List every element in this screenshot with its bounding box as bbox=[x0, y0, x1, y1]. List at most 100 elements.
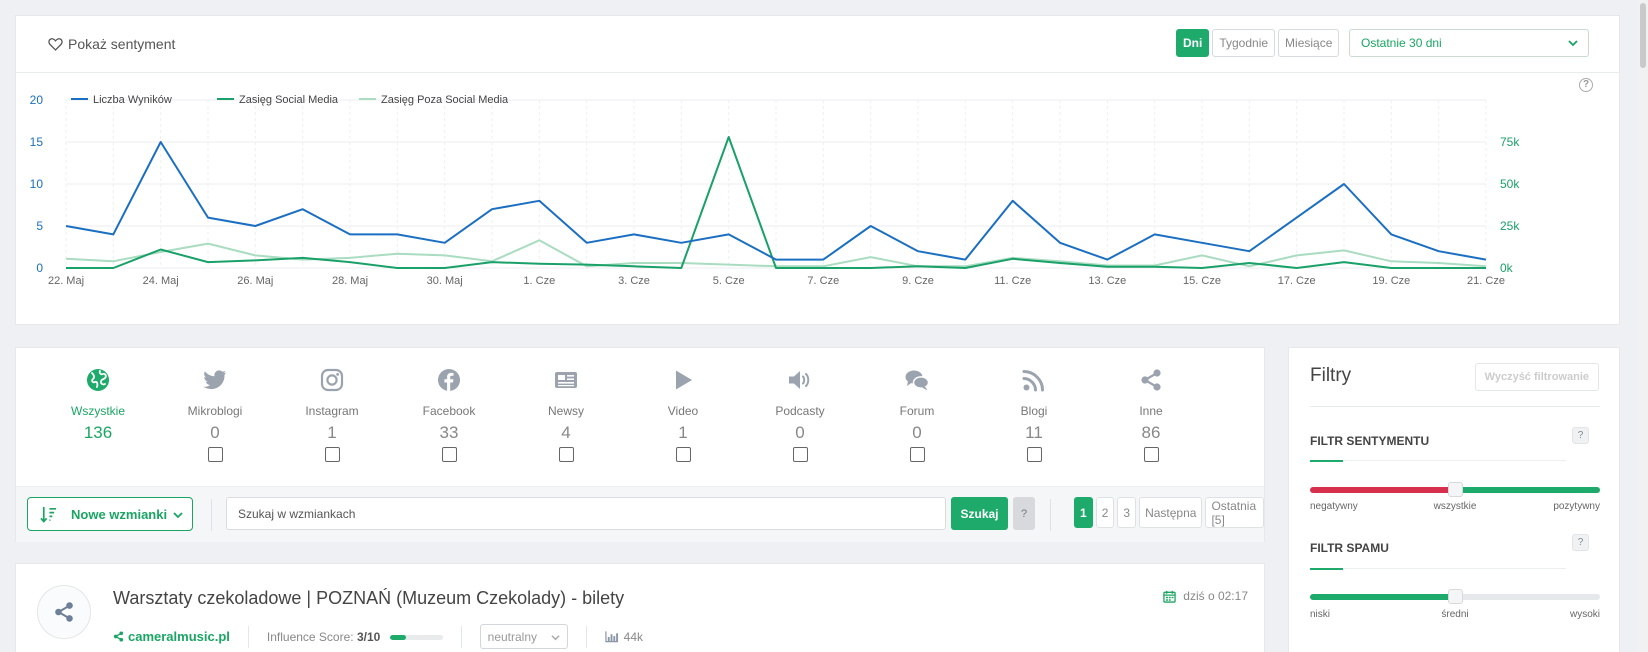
slider-fill-segment bbox=[1310, 594, 1455, 600]
chevron-down-icon bbox=[551, 635, 560, 641]
toolbar-divider bbox=[211, 499, 212, 531]
results-chart-panel: Pokaż sentyment Dni Tygodnie Miesiące Os… bbox=[15, 15, 1620, 325]
channel-checkbox[interactable] bbox=[207, 447, 223, 462]
slider-label-high: wysoki bbox=[1569, 609, 1600, 620]
legend-label: Zasięg Social Media bbox=[239, 94, 339, 106]
channel-checkbox[interactable] bbox=[1026, 447, 1042, 462]
newspaper-icon bbox=[555, 372, 577, 388]
channel-checkbox[interactable] bbox=[1143, 447, 1159, 462]
y-right-tick-label: 25k bbox=[1500, 219, 1520, 233]
channel-label: Mikroblogi bbox=[187, 404, 243, 418]
x-tick-label: 11. Cze bbox=[994, 275, 1031, 287]
channel-news[interactable]: Newsy 4 bbox=[516, 368, 616, 462]
search-help-button[interactable]: ? bbox=[1013, 497, 1035, 530]
page-1-button[interactable]: 1 bbox=[1074, 497, 1093, 528]
channel-podcasts[interactable]: Podcasty 0 bbox=[750, 368, 850, 462]
filters-panel: Filtry Wyczyść filtrowanie FILTR SENTYME… bbox=[1288, 347, 1620, 652]
channel-video[interactable]: Video 1 bbox=[633, 368, 733, 462]
slider-thumb[interactable] bbox=[1448, 482, 1463, 497]
next-page-button[interactable]: Następna bbox=[1139, 497, 1203, 528]
channel-label: Facebook bbox=[422, 404, 476, 418]
slider-label-medium: średni bbox=[1441, 609, 1469, 620]
channel-count: 0 bbox=[795, 423, 805, 442]
last-page-button[interactable]: Ostatnia [5] bbox=[1205, 497, 1264, 528]
page-scrollbar[interactable] bbox=[1638, 0, 1648, 652]
y-left-tick-label: 15 bbox=[30, 135, 44, 149]
influence-label: Influence Score: bbox=[266, 629, 354, 644]
channel-facebook[interactable]: Facebook 33 bbox=[399, 368, 499, 462]
x-tick-label: 3. Cze bbox=[618, 275, 650, 287]
x-tick-label: 26. Maj bbox=[237, 275, 273, 287]
chat-bubbles-icon bbox=[905, 370, 929, 391]
sort-label: Nowe wzmianki bbox=[71, 506, 168, 522]
channel-count: 0 bbox=[210, 423, 220, 442]
rss-icon bbox=[1022, 370, 1044, 392]
mention-date: dziś o 02:17 bbox=[1163, 589, 1248, 603]
mention-date-text: dziś o 02:17 bbox=[1183, 589, 1248, 603]
spam-slider[interactable] bbox=[1310, 589, 1600, 604]
slider-label-low: niski bbox=[1310, 609, 1331, 620]
page-3-button[interactable]: 3 bbox=[1117, 497, 1137, 528]
x-tick-label: 28. Maj bbox=[332, 275, 368, 287]
date-range-select[interactable]: Ostatnie 30 dni bbox=[1349, 29, 1589, 57]
influence-bar bbox=[389, 634, 443, 640]
influence-score: Influence Score: 3/10 bbox=[267, 630, 443, 644]
sentiment-filter-help[interactable]: ? bbox=[1572, 427, 1589, 444]
period-months-button[interactable]: Miesiące bbox=[1278, 29, 1340, 57]
channel-checkbox[interactable] bbox=[675, 447, 691, 462]
toolbar-divider bbox=[1050, 499, 1051, 531]
legend-label: Zasięg Poza Social Media bbox=[381, 94, 509, 106]
x-tick-label: 21. Cze bbox=[1467, 275, 1505, 287]
show-sentiment-label: Pokaż sentyment bbox=[68, 36, 176, 52]
channel-instagram[interactable]: Instagram 1 bbox=[282, 368, 382, 462]
share-icon bbox=[55, 602, 73, 622]
channel-other[interactable]: Inne 86 bbox=[1101, 368, 1201, 462]
channel-count: 86 bbox=[1141, 423, 1161, 442]
channel-blogs[interactable]: Blogi 11 bbox=[984, 368, 1084, 462]
period-days-button[interactable]: Dni bbox=[1176, 29, 1210, 57]
page-2-button[interactable]: 2 bbox=[1095, 497, 1115, 528]
search-input[interactable] bbox=[226, 497, 946, 530]
x-tick-label: 19. Cze bbox=[1372, 275, 1410, 287]
mentions-toolbar: Nowe wzmianki Szukaj ? 1 2 3 Następna Os… bbox=[16, 486, 1264, 542]
sort-dropdown-button[interactable]: Nowe wzmianki bbox=[27, 497, 193, 531]
twitter-bird-icon bbox=[203, 370, 226, 390]
sentiment-slider[interactable] bbox=[1310, 482, 1600, 497]
mention-card: Warsztaty czekoladowe | POZNAŃ (Muzeum C… bbox=[15, 563, 1265, 652]
scrollbar-thumb[interactable] bbox=[1640, 3, 1646, 68]
period-selector: Dni Tygodnie Miesiące bbox=[1176, 29, 1340, 57]
channel-all[interactable]: Wszystkie 136 bbox=[48, 368, 148, 443]
search-button[interactable]: Szukaj bbox=[951, 497, 1008, 530]
channel-checkbox[interactable] bbox=[324, 447, 340, 462]
mention-title[interactable]: Warsztaty czekoladowe | POZNAŃ (Muzeum C… bbox=[113, 588, 624, 609]
x-tick-label: 24. Maj bbox=[143, 275, 179, 287]
period-weeks-button[interactable]: Tygodnie bbox=[1212, 29, 1276, 57]
channel-checkbox[interactable] bbox=[792, 447, 808, 462]
y-left-tick-label: 20 bbox=[30, 93, 44, 107]
reach-value: 44k bbox=[623, 629, 644, 644]
channel-checkbox[interactable] bbox=[558, 447, 574, 462]
channel-label: Wszystkie bbox=[71, 404, 125, 418]
slider-thumb[interactable] bbox=[1448, 589, 1463, 604]
legend-label: Liczba Wyników bbox=[93, 94, 172, 106]
influence-bar-fill bbox=[389, 634, 406, 640]
reach-stat: 44k bbox=[604, 629, 644, 644]
x-tick-label: 13. Cze bbox=[1088, 275, 1126, 287]
spam-filter-help[interactable]: ? bbox=[1572, 534, 1589, 551]
instagram-icon bbox=[320, 368, 344, 392]
channel-forum[interactable]: Forum 0 bbox=[867, 368, 967, 462]
mention-source-text: cameralmusic.pl bbox=[128, 629, 230, 644]
date-range-value: Ostatnie 30 dni bbox=[1361, 36, 1442, 50]
channel-microblogs[interactable]: Mikroblogi 0 bbox=[165, 368, 265, 462]
x-tick-label: 15. Cze bbox=[1183, 275, 1221, 287]
filters-divider bbox=[1310, 406, 1600, 407]
show-sentiment-toggle[interactable]: Pokaż sentyment bbox=[48, 36, 175, 52]
sentiment-select[interactable]: neutralny bbox=[479, 624, 568, 649]
channel-checkbox[interactable] bbox=[909, 447, 925, 462]
channel-checkbox[interactable] bbox=[441, 447, 457, 462]
share-icon bbox=[1141, 369, 1161, 391]
clear-filters-button[interactable]: Wyczyść filtrowanie bbox=[1474, 363, 1599, 391]
mention-source-link[interactable]: cameralmusic.pl bbox=[113, 629, 230, 644]
results-line-chart: 0 5 10 15 20 0k 25k 50k 75k 22. Maj 24. Maj 26. Maj… bbox=[30, 93, 1521, 287]
x-tick-label: 7. Cze bbox=[807, 275, 839, 287]
